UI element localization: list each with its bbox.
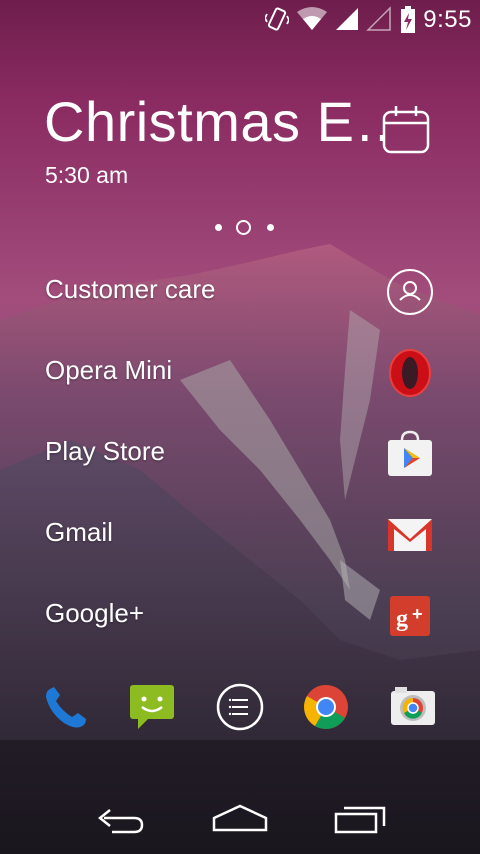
signal-icon xyxy=(334,6,360,36)
recents-icon[interactable] xyxy=(334,800,390,840)
status-time: 9:55 xyxy=(423,6,472,33)
shortcut-label: Gmail xyxy=(45,517,113,547)
shortcut-customer-care[interactable]: Customer care xyxy=(0,256,480,326)
shortcut-play-store[interactable]: Play Store xyxy=(0,418,480,488)
app-drawer-icon[interactable] xyxy=(216,683,264,731)
home-icon[interactable] xyxy=(212,800,268,840)
phone-icon[interactable] xyxy=(42,683,90,731)
vibrate-icon xyxy=(263,6,291,36)
shortcut-opera-mini[interactable]: Opera Mini xyxy=(0,337,480,407)
agenda-event-time[interactable]: 5:30 am xyxy=(45,162,128,189)
shortcut-label: Opera Mini xyxy=(45,355,173,385)
battery-charging-icon xyxy=(400,6,416,38)
no-signal-icon xyxy=(366,6,392,36)
camera-icon[interactable] xyxy=(389,683,437,731)
opera-icon xyxy=(384,347,436,399)
page-dot xyxy=(267,224,274,231)
gmail-icon xyxy=(384,509,436,561)
page-dot-current xyxy=(236,220,251,235)
google-plus-icon: g + xyxy=(384,590,436,642)
messaging-icon[interactable] xyxy=(128,683,176,731)
shortcut-google-plus[interactable]: Google+ g + xyxy=(0,580,480,650)
shortcut-label: Customer care xyxy=(45,274,216,304)
person-icon xyxy=(384,266,436,318)
agenda-event-title[interactable]: Christmas E… xyxy=(44,88,384,156)
svg-text:g: g xyxy=(396,606,408,632)
chrome-icon[interactable] xyxy=(302,683,350,731)
page-indicator xyxy=(210,216,280,238)
status-bar[interactable]: 9:55 xyxy=(0,0,480,40)
shortcut-gmail[interactable]: Gmail xyxy=(0,499,480,569)
svg-text:+: + xyxy=(412,604,423,624)
calendar-icon[interactable] xyxy=(382,104,430,158)
back-icon[interactable] xyxy=(94,800,146,840)
wifi-icon xyxy=(297,6,327,36)
shortcut-label: Play Store xyxy=(45,436,165,466)
play-store-icon xyxy=(384,428,436,480)
page-dot xyxy=(215,224,222,231)
shortcut-label: Google+ xyxy=(45,598,145,628)
